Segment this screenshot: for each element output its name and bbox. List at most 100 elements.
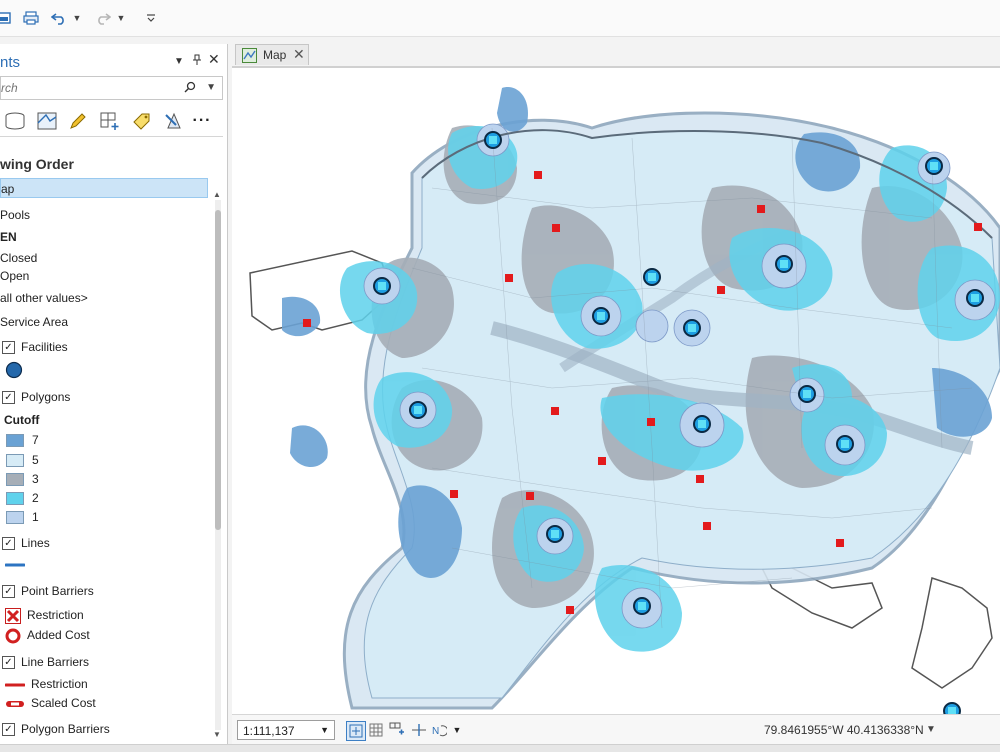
layer-point-barriers[interactable]: ✓ Point Barriers	[2, 581, 94, 601]
scroll-up-icon[interactable]: ▲	[213, 190, 221, 199]
swatch-3	[6, 473, 24, 487]
more-icon[interactable]: ···	[190, 110, 214, 132]
line-symbol-icon	[4, 563, 26, 567]
undo-dropdown-icon[interactable]: ▼	[72, 8, 82, 28]
point-barriers-checkbox[interactable]: ✓	[2, 585, 15, 599]
layer-lines[interactable]: ✓ Lines	[2, 533, 50, 553]
search-input[interactable]	[1, 81, 171, 95]
swatch-2	[6, 492, 24, 506]
lines-checkbox[interactable]: ✓	[2, 537, 15, 551]
barrier-point	[836, 539, 844, 547]
scroll-down-icon[interactable]: ▼	[213, 730, 221, 739]
map-canvas[interactable]	[232, 68, 1000, 716]
layer-map[interactable]: ap	[0, 178, 208, 198]
close-icon[interactable]: ✕	[293, 46, 305, 63]
grid-icon[interactable]	[367, 721, 385, 739]
map-view[interactable]	[232, 66, 1000, 716]
polygon-barriers-checkbox[interactable]: ✓	[2, 723, 15, 737]
layer-line-barriers-label: Line Barriers	[21, 655, 90, 669]
facility-point	[633, 597, 651, 615]
facility-point	[836, 435, 854, 453]
point-added-cost: Added Cost	[5, 625, 90, 645]
scale-dropdown[interactable]: 1:111,137 ▼	[237, 720, 335, 740]
navigator-icon[interactable]	[346, 721, 366, 741]
close-icon[interactable]: ✕	[208, 51, 220, 68]
list-by-source-icon[interactable]	[3, 110, 27, 132]
undo-icon[interactable]	[50, 8, 68, 28]
layer-polygons[interactable]: ✓ Polygons	[2, 387, 70, 407]
barrier-point	[534, 171, 542, 179]
svg-text:N: N	[432, 726, 439, 737]
layer-polygon-barriers[interactable]: ✓ Polygon Barriers	[2, 719, 110, 739]
cutoff-5: 5	[6, 450, 39, 470]
contents-scrollbar[interactable]: ▲ ▼	[212, 190, 224, 740]
scale-value: 1:111,137	[243, 724, 295, 738]
lines-symbol	[4, 554, 26, 574]
layer-service-area[interactable]: Service Area	[0, 312, 68, 332]
chevron-down-icon[interactable]: ▼	[206, 82, 216, 93]
line-scaled-cost-label: Scaled Cost	[31, 696, 96, 710]
line-restriction-icon	[4, 683, 26, 687]
facility-point	[592, 307, 610, 325]
contents-pane: nts ▼ ✕ ▼ ··· wing Orde	[0, 44, 228, 744]
point-restriction: Restriction	[5, 605, 84, 625]
layer-pools[interactable]: Pools	[0, 205, 30, 225]
polygons-checkbox[interactable]: ✓	[2, 391, 15, 405]
list-by-editing-icon[interactable]	[35, 110, 59, 132]
search-box[interactable]: ▼	[0, 76, 223, 100]
cutoff-2-label: 2	[32, 491, 39, 505]
layer-point-barriers-label: Point Barriers	[21, 584, 94, 598]
class-closed: Closed	[0, 248, 37, 268]
class-other-label: all other values>	[0, 291, 88, 305]
snapping-toggle-icon[interactable]	[388, 721, 406, 739]
measure-icon[interactable]	[410, 721, 428, 739]
cutoff-7: 7	[6, 430, 39, 450]
search-icon[interactable]	[184, 81, 196, 96]
barrier-point	[303, 319, 311, 327]
cutoff-heading: Cutoff	[4, 410, 39, 430]
line-barriers-checkbox[interactable]: ✓	[2, 656, 15, 670]
line-scaled-cost: Scaled Cost	[5, 693, 96, 713]
label-icon[interactable]	[130, 110, 154, 132]
barrier-point	[717, 286, 725, 294]
redo-dropdown-icon[interactable]: ▼	[116, 8, 126, 28]
quick-access-toolbar: ▼ ▼	[0, 0, 1000, 37]
barrier-point	[505, 274, 513, 282]
cutoff-7-label: 7	[32, 433, 39, 447]
snapping-icon[interactable]	[98, 110, 122, 132]
cutoff-1: 1	[6, 507, 39, 527]
print-icon[interactable]	[22, 8, 40, 28]
barrier-point	[703, 522, 711, 530]
pin-icon[interactable]	[192, 54, 202, 69]
pencil-icon[interactable]	[66, 110, 90, 132]
swatch-1	[6, 511, 24, 525]
rotation-icon[interactable]: N	[430, 721, 448, 739]
chevron-down-icon[interactable]: ▼	[926, 724, 936, 735]
contents-header: nts ▼ ✕	[0, 48, 227, 72]
chevron-down-icon[interactable]: ▼	[320, 725, 329, 735]
layer-facilities[interactable]: ✓ Facilities	[2, 337, 68, 357]
map-status-bar: 1:111,137 ▼ N ▼ 79.8461955°W 40.4136338°…	[232, 714, 1000, 745]
save-icon[interactable]	[0, 8, 12, 28]
tab-map[interactable]: Map ✕	[235, 44, 309, 65]
facility-point	[775, 255, 793, 273]
chevron-down-icon[interactable]: ▼	[174, 56, 184, 67]
chevron-down-icon[interactable]: ▼	[448, 721, 466, 739]
facility-point	[925, 157, 943, 175]
added-cost-ring-icon	[5, 628, 21, 644]
layer-line-barriers[interactable]: ✓ Line Barriers	[2, 652, 89, 672]
facility-point	[966, 289, 984, 307]
customize-icon[interactable]	[144, 8, 158, 28]
scroll-thumb[interactable]	[215, 210, 221, 530]
class-open-label: Open	[0, 269, 30, 283]
scaled-cost-line-icon	[6, 700, 24, 707]
swatch-5	[6, 454, 24, 468]
facility-point	[693, 415, 711, 433]
drawing-order-heading: wing Order	[0, 156, 74, 172]
redo-icon[interactable]	[94, 8, 112, 28]
symbology-icon[interactable]	[161, 110, 185, 132]
point-restriction-label: Restriction	[27, 608, 84, 622]
contents-toolbar: ···	[0, 106, 223, 137]
facility-point	[683, 319, 701, 337]
facilities-checkbox[interactable]: ✓	[2, 341, 15, 355]
